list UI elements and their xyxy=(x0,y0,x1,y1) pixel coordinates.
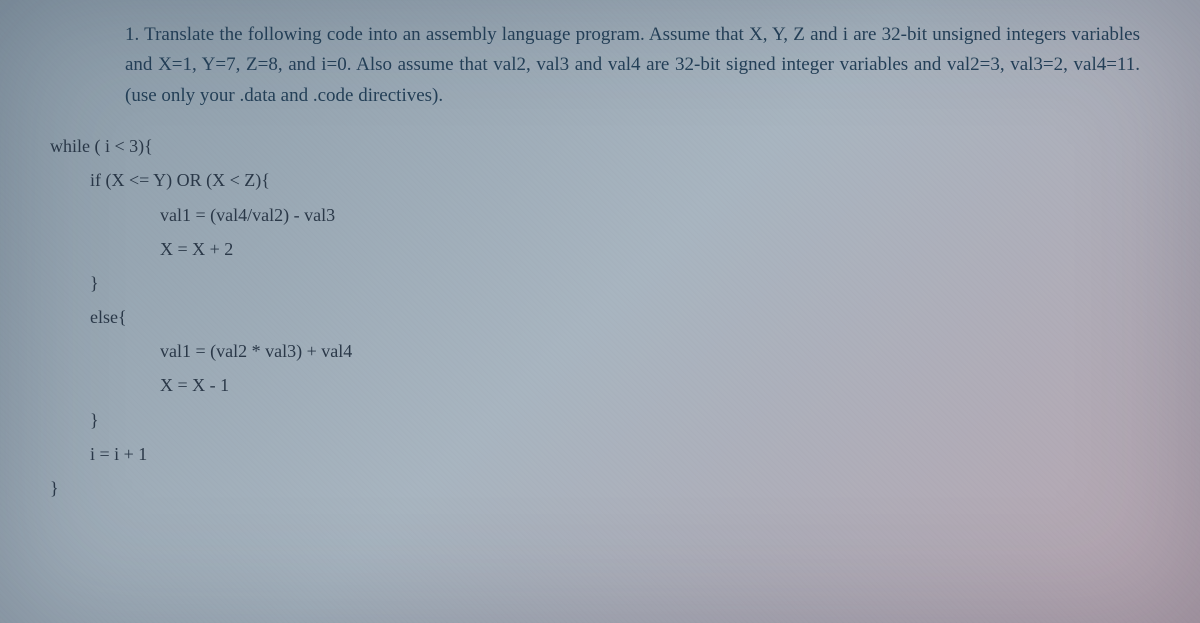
problem-statement: 1. Translate the following code into an … xyxy=(125,20,1160,111)
code-line: while ( i < 3){ xyxy=(50,129,1160,163)
code-line: else{ xyxy=(50,300,1160,334)
pseudocode-block: while ( i < 3){ if (X <= Y) OR (X < Z){ … xyxy=(50,129,1160,505)
code-line: X = X + 2 xyxy=(50,232,1160,266)
code-line: if (X <= Y) OR (X < Z){ xyxy=(50,163,1160,197)
code-line: val1 = (val4/val2) - val3 xyxy=(50,198,1160,232)
code-line: val1 = (val2 * val3) + val4 xyxy=(50,334,1160,368)
code-line: X = X - 1 xyxy=(50,368,1160,402)
code-line: } xyxy=(50,471,1160,505)
code-line: } xyxy=(50,266,1160,300)
code-line: i = i + 1 xyxy=(50,437,1160,471)
problem-body: Translate the following code into an ass… xyxy=(125,24,1140,106)
code-line: } xyxy=(50,403,1160,437)
problem-number: 1. xyxy=(125,24,139,45)
